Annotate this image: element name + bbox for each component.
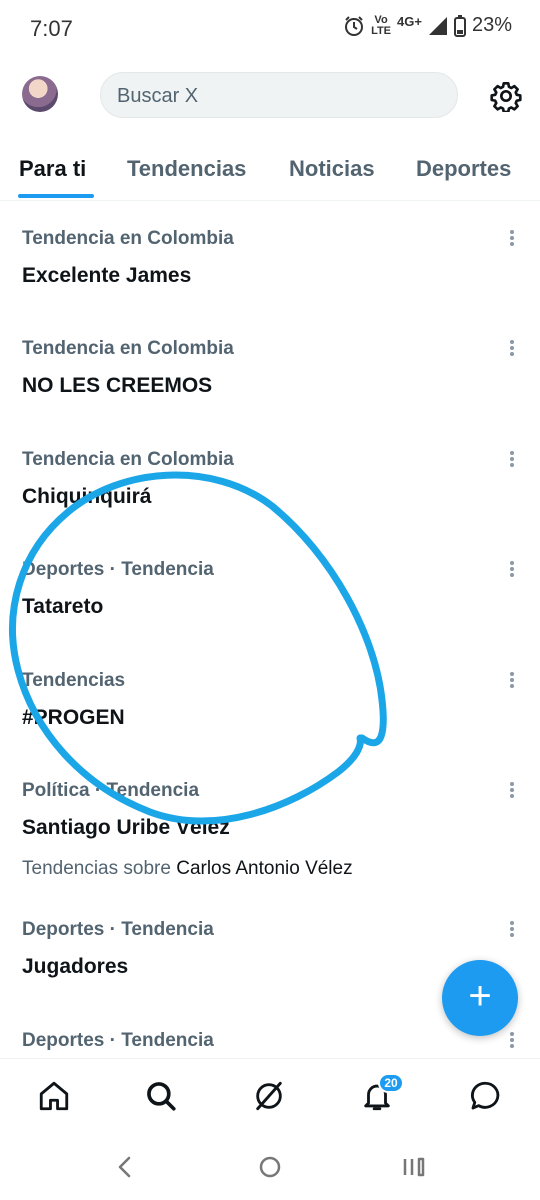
back-icon[interactable]	[114, 1154, 136, 1180]
more-options-icon[interactable]	[502, 338, 522, 358]
search-icon[interactable]	[144, 1079, 178, 1113]
tab-bar: Para ti Tendencias Noticias Deportes	[0, 150, 540, 201]
trend-title: Santiago Uribe Vélez	[22, 816, 230, 839]
trend-context: Tendencia en Colombia	[22, 338, 234, 359]
trend-item[interactable]: Tendencia en Colombia Excelente James	[0, 200, 540, 310]
trend-context: Deportes · Tendencia	[22, 919, 214, 940]
trend-related: Tendencias sobre Carlos Antonio Vélez	[22, 858, 353, 880]
tab-para-ti[interactable]: Para ti	[19, 156, 86, 182]
trend-context: Tendencia en Colombia	[22, 449, 234, 470]
grok-icon[interactable]	[252, 1079, 286, 1113]
recents-icon[interactable]	[401, 1154, 427, 1180]
top-bar: Buscar X	[0, 70, 540, 126]
more-options-icon[interactable]	[502, 1030, 522, 1050]
tab-tendencias[interactable]: Tendencias	[127, 156, 246, 182]
trend-context: Tendencias	[22, 670, 126, 691]
messages-icon[interactable]	[468, 1079, 502, 1113]
trend-context: Política · Tendencia	[22, 780, 200, 801]
more-options-icon[interactable]	[502, 559, 522, 579]
trend-context: Deportes · Tendencia	[22, 559, 214, 580]
more-options-icon[interactable]	[502, 919, 522, 939]
tab-deportes[interactable]: Deportes	[416, 156, 511, 182]
trend-item[interactable]: Deportes · Tendencia Tatareto	[0, 531, 540, 641]
volte-bottom: LTE	[371, 24, 392, 37]
trend-title: Jugadores	[22, 955, 129, 978]
gear-icon[interactable]	[490, 80, 522, 112]
tab-noticias[interactable]: Noticias	[289, 156, 375, 182]
trend-title: NO LES CREEMOS	[22, 374, 213, 397]
status-time: 7:07	[30, 16, 73, 41]
battery-icon	[453, 14, 466, 37]
search-input[interactable]: Buscar X	[100, 72, 458, 118]
trend-item[interactable]: Tendencia en Colombia NO LES CREEMOS	[0, 310, 540, 420]
bottom-nav: 20	[0, 1058, 540, 1139]
home-icon[interactable]	[37, 1079, 71, 1113]
plus-icon: +	[468, 974, 492, 1018]
trend-related-prefix: Tendencias sobre	[22, 858, 171, 879]
active-tab-indicator	[18, 194, 94, 198]
volte-indicator: Vo LTE	[371, 13, 392, 37]
trend-title: #PROGEN	[22, 706, 125, 729]
trend-item[interactable]: Política · Tendencia Santiago Uribe Véle…	[0, 752, 540, 892]
alarm-icon	[345, 15, 364, 36]
network-type: 4G+	[397, 14, 422, 29]
trend-item[interactable]: Tendencias #PROGEN	[0, 642, 540, 752]
trend-context: Tendencia en Colombia	[22, 228, 234, 249]
battery-percent: 23%	[471, 14, 512, 36]
volte-top: Vo	[374, 13, 388, 26]
compose-button[interactable]: +	[442, 960, 518, 1036]
more-options-icon[interactable]	[502, 449, 522, 469]
status-icons: Vo LTE 4G+ 23%	[343, 14, 512, 37]
android-nav-bar	[0, 1140, 540, 1200]
search-placeholder: Buscar X	[117, 85, 199, 107]
trend-title: Chiquinquirá	[22, 485, 152, 508]
signal-icon	[428, 16, 447, 35]
more-options-icon[interactable]	[502, 228, 522, 248]
more-options-icon[interactable]	[502, 670, 522, 690]
trend-context: Deportes · Tendencia	[22, 1030, 214, 1051]
trend-item[interactable]: Tendencia en Colombia Chiquinquirá	[0, 421, 540, 531]
trend-title: Excelente James	[22, 264, 192, 287]
avatar[interactable]	[22, 76, 58, 112]
home-button-icon[interactable]	[258, 1154, 282, 1180]
trend-related-name[interactable]: Carlos Antonio Vélez	[176, 858, 352, 879]
more-options-icon[interactable]	[502, 780, 522, 800]
notifications-badge: 20	[378, 1073, 404, 1093]
trend-title: Tatareto	[22, 595, 104, 618]
status-bar: 7:07 Vo LTE 4G+ 23%	[0, 0, 540, 60]
